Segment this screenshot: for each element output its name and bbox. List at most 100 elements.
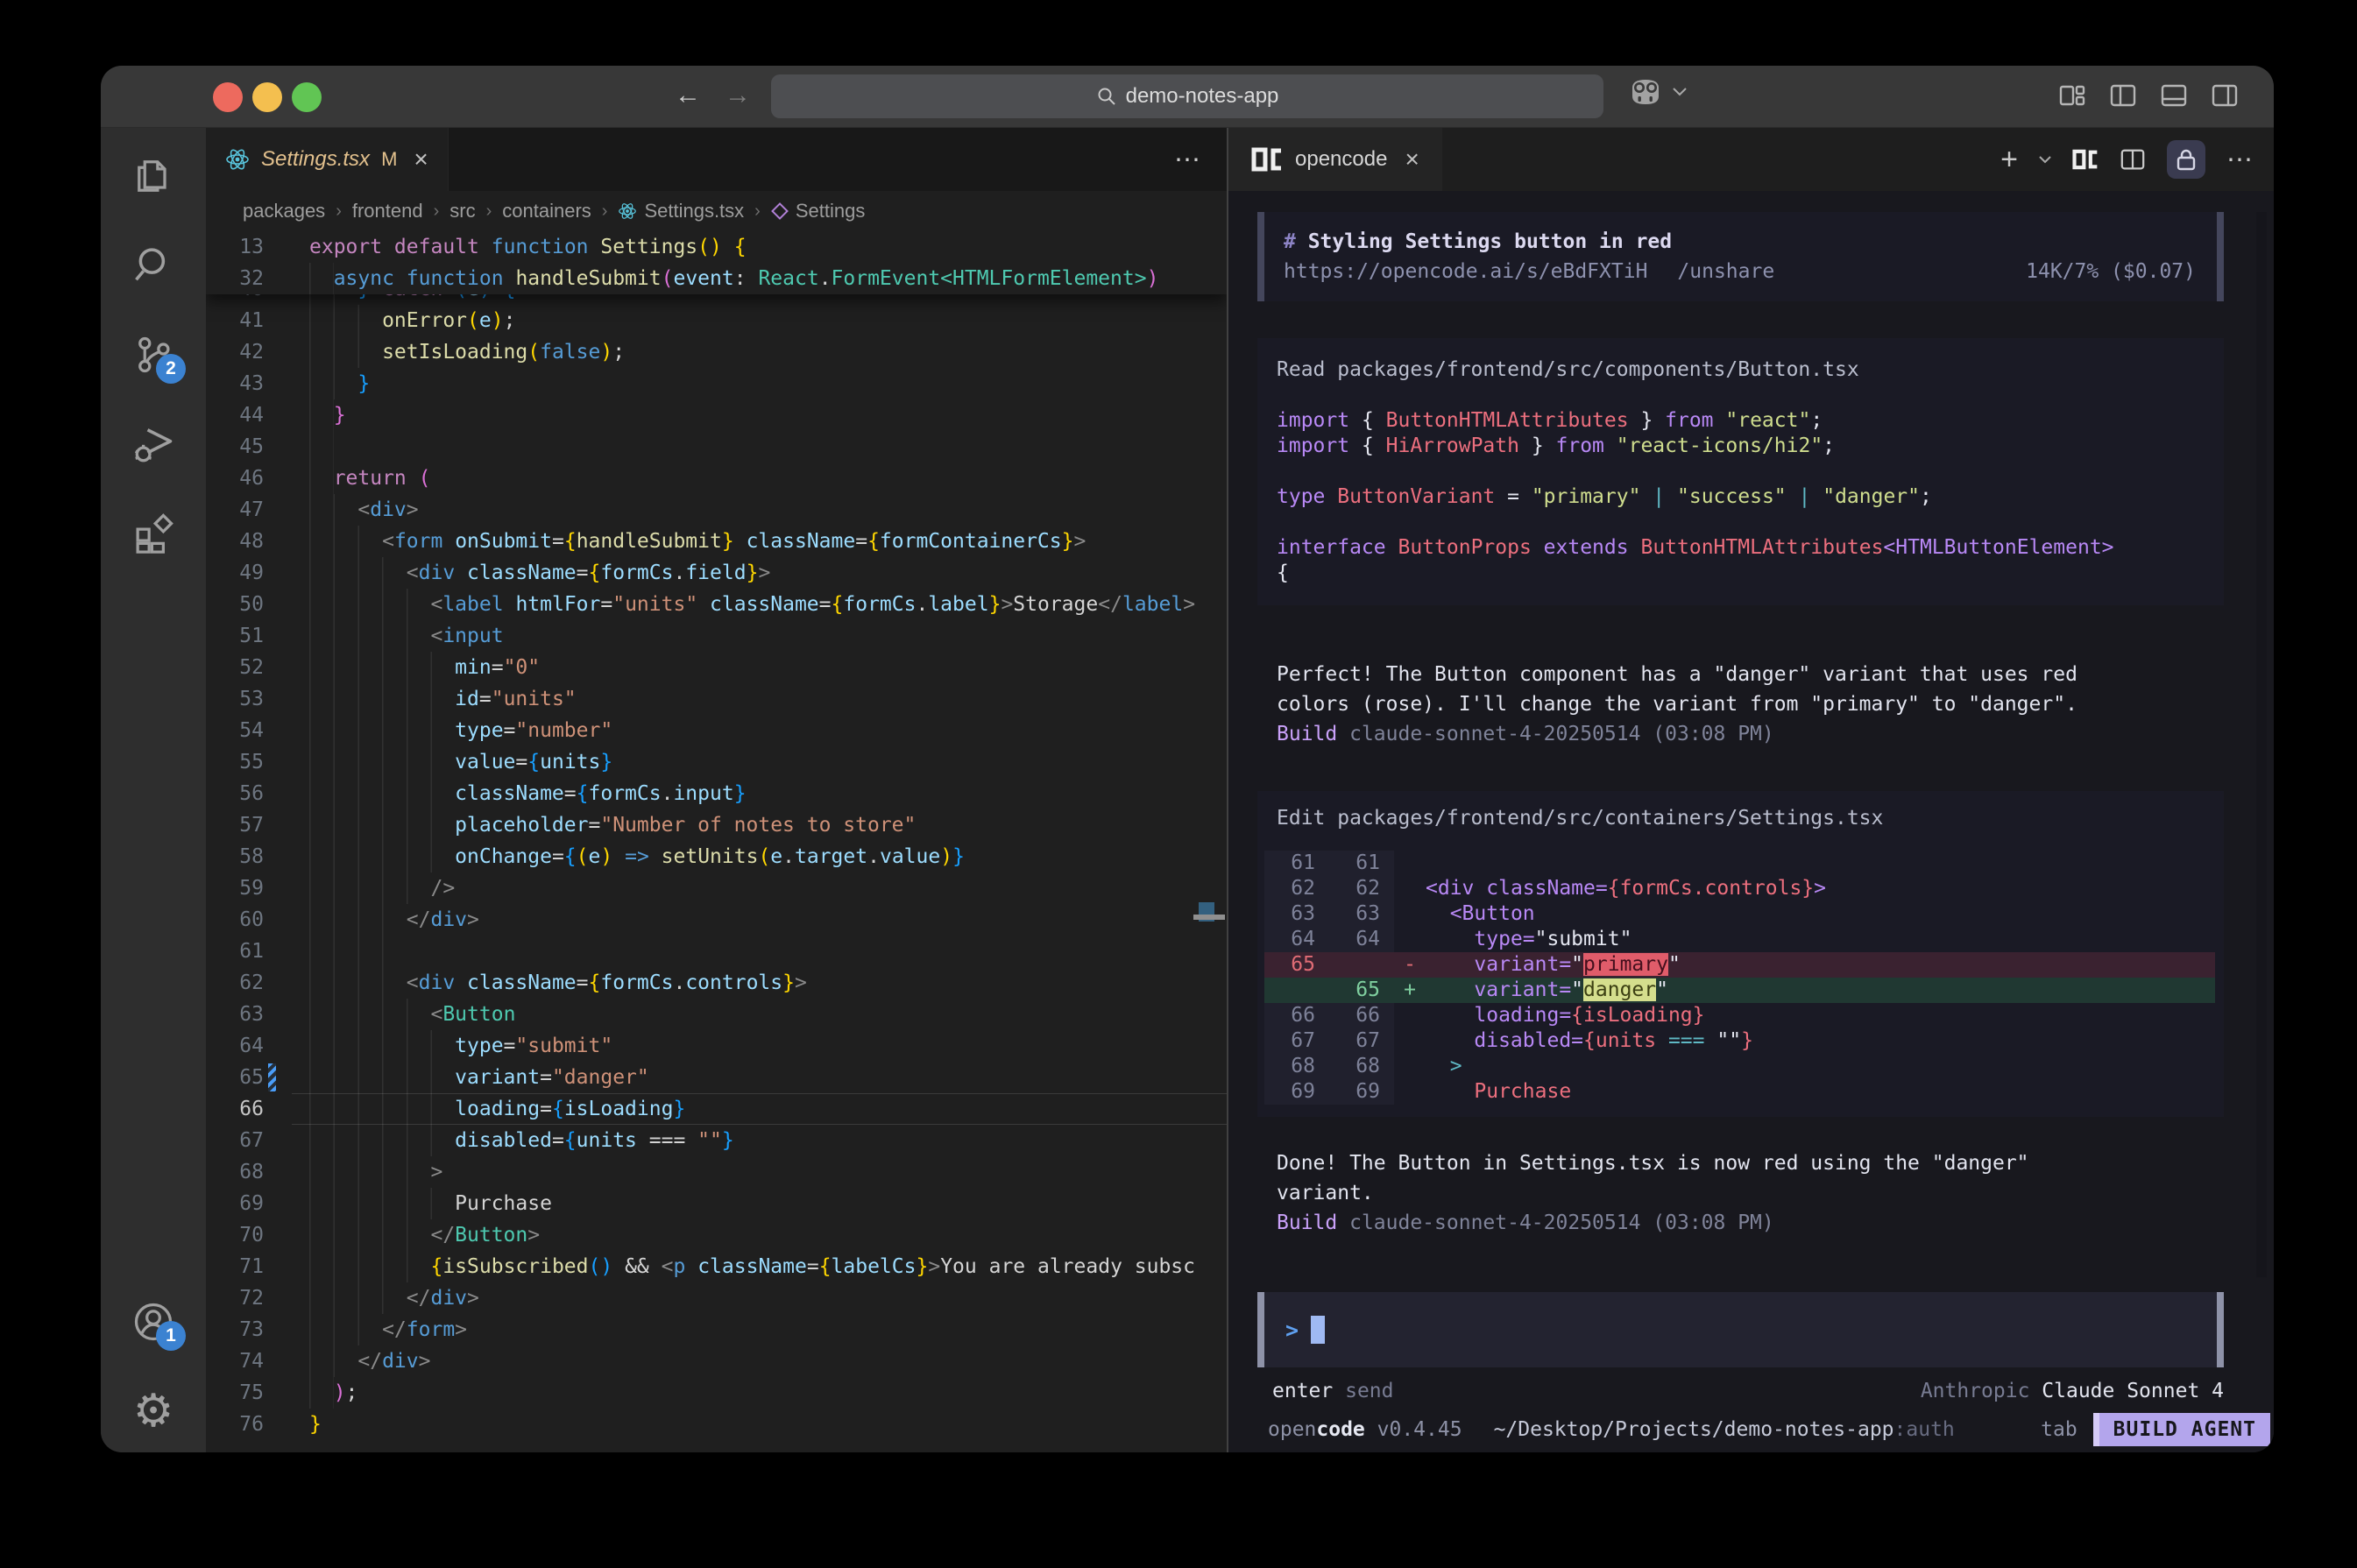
code-line-66[interactable]: 66loading={isLoading} — [206, 1093, 1227, 1125]
code-line-60[interactable]: 60</div> — [206, 904, 1227, 936]
code-line-58[interactable]: 58onChange={(e) => setUnits(e.target.val… — [206, 841, 1227, 872]
gutter — [264, 746, 278, 778]
editor-tab-bar: Settings.tsx M × ⋯ — [206, 128, 1227, 191]
code-line-71[interactable]: 71{isSubscribed() && <p className={label… — [206, 1251, 1227, 1282]
code-line-48[interactable]: 48<form onSubmit={handleSubmit} classNam… — [206, 526, 1227, 557]
opencode-panel: opencode × + — [1227, 128, 2274, 1452]
message-line: variant. — [1277, 1178, 2224, 1208]
code-line-32[interactable]: 32async function handleSubmit(event: Rea… — [206, 263, 1227, 294]
code-line-75[interactable]: 75); — [206, 1377, 1227, 1409]
code-line-68[interactable]: 68> — [206, 1156, 1227, 1188]
code-line-46[interactable]: 46return ( — [206, 463, 1227, 494]
terminal-code-line — [1277, 459, 2224, 484]
code-line-70[interactable]: 70</Button> — [206, 1219, 1227, 1251]
code-editor[interactable]: 13export default function Settings() {32… — [206, 231, 1227, 1452]
code-line-59[interactable]: 59/> — [206, 872, 1227, 904]
code-line-51[interactable]: 51<input — [206, 620, 1227, 652]
copilot-menu[interactable] — [1627, 77, 1687, 107]
terminal-scrollbar[interactable] — [2256, 212, 2267, 1277]
breadcrumb-item-frontend[interactable]: frontend — [352, 200, 423, 222]
minimize-traffic-light[interactable] — [252, 82, 282, 112]
code-line-49[interactable]: 49<div className={formCs.field}> — [206, 557, 1227, 589]
source-control-icon[interactable]: 2 — [128, 329, 179, 380]
split-terminal-icon[interactable] — [2120, 146, 2146, 173]
opencode-terminal[interactable]: # Styling Settings button in red https:/… — [1228, 191, 2274, 1452]
code-line-45[interactable]: 45 — [206, 431, 1227, 463]
gutter — [264, 1219, 278, 1251]
code-line-57[interactable]: 57placeholder="Number of notes to store" — [206, 809, 1227, 841]
settings-gear-icon[interactable]: ⚙ — [128, 1386, 179, 1437]
breadcrumb-separator: › — [434, 201, 440, 222]
customize-layout-icon[interactable] — [2058, 81, 2086, 109]
code-line-13[interactable]: 13export default function Settings() { — [206, 231, 1227, 263]
code-line-52[interactable]: 52min="0" — [206, 652, 1227, 683]
message-line: Perfect! The Button component has a "dan… — [1277, 660, 2224, 689]
breadcrumb-item-packages[interactable]: packages — [243, 200, 325, 222]
back-button[interactable]: ← — [675, 78, 701, 113]
extensions-icon[interactable] — [128, 508, 179, 559]
search-sidebar-icon[interactable] — [128, 240, 179, 291]
line-number: 32 — [206, 263, 264, 294]
code-line-50[interactable]: 50<label htmlFor="units" className={form… — [206, 589, 1227, 620]
tab-opencode[interactable]: opencode × — [1228, 128, 1442, 191]
code-line-47[interactable]: 47<div> — [206, 494, 1227, 526]
editor-actions-more-icon[interactable]: ⋯ — [1174, 128, 1202, 191]
tab-settings-tsx[interactable]: Settings.tsx M × — [206, 128, 449, 191]
run-debug-icon[interactable] — [128, 419, 179, 470]
code-line-54[interactable]: 54type="number" — [206, 715, 1227, 746]
code-line-64[interactable]: 64type="submit" — [206, 1030, 1227, 1062]
code-line-56[interactable]: 56className={formCs.input} — [206, 778, 1227, 809]
command-center-search[interactable]: demo-notes-app — [771, 74, 1603, 118]
line-number: 50 — [206, 589, 264, 620]
code-line-69[interactable]: 69Purchase — [206, 1188, 1227, 1219]
line-number: 70 — [206, 1219, 264, 1251]
breadcrumb-item-src[interactable]: src — [449, 200, 475, 222]
gutter — [264, 1156, 278, 1188]
model-indicator[interactable]: Anthropic Claude Sonnet 4 — [1921, 1380, 2224, 1402]
code-line-76[interactable]: 76} — [206, 1409, 1227, 1440]
agent-mode-badge[interactable]: BUILD AGENT — [2093, 1413, 2270, 1446]
prompt-input[interactable]: > — [1257, 1292, 2224, 1367]
breadcrumb-item-containers[interactable]: containers — [502, 200, 591, 222]
tab-close-icon[interactable]: × — [1405, 145, 1419, 173]
code-line-67[interactable]: 67disabled={units === ""} — [206, 1125, 1227, 1156]
code-line-55[interactable]: 55value={units} — [206, 746, 1227, 778]
line-number: 68 — [206, 1156, 264, 1188]
code-line-42[interactable]: 42setIsLoading(false); — [206, 336, 1227, 368]
explorer-icon[interactable] — [128, 151, 179, 201]
code-line-73[interactable]: 73</form> — [206, 1314, 1227, 1346]
editor-scrollbar-thumb[interactable] — [1193, 915, 1225, 920]
terminal-dropdown-chevron-icon[interactable] — [2039, 156, 2051, 164]
zoom-traffic-light[interactable] — [292, 82, 322, 112]
breadcrumb-item-settings-tsx[interactable]: Settings.tsx — [618, 200, 744, 222]
code-line-62[interactable]: 62<div className={formCs.controls}> — [206, 967, 1227, 999]
toggle-panel-icon[interactable] — [2160, 81, 2188, 109]
close-traffic-light[interactable] — [213, 82, 243, 112]
gutter — [264, 494, 278, 526]
code-line-63[interactable]: 63<Button — [206, 999, 1227, 1030]
line-number: 69 — [206, 1188, 264, 1219]
code-line-61[interactable]: 61 — [206, 936, 1227, 967]
code-line-74[interactable]: 74</div> — [206, 1346, 1227, 1377]
accounts-icon[interactable]: 1 — [128, 1296, 179, 1347]
toggle-primary-sidebar-icon[interactable] — [2109, 81, 2137, 109]
breadcrumb-item-settings[interactable]: Settings — [771, 200, 866, 222]
code-line-43[interactable]: 43} — [206, 368, 1227, 399]
forward-button[interactable]: → — [725, 78, 751, 113]
gutter — [264, 336, 278, 368]
code-line-44[interactable]: 44} — [206, 399, 1227, 431]
new-terminal-icon[interactable]: + — [2000, 143, 2018, 177]
code-line-53[interactable]: 53id="units" — [206, 683, 1227, 715]
gutter — [264, 715, 278, 746]
breadcrumb[interactable]: packages›frontend›src›containers›Setting… — [206, 191, 1227, 231]
toggle-secondary-sidebar-icon[interactable] — [2211, 81, 2239, 109]
opencode-logo-small-icon[interactable] — [2072, 149, 2099, 170]
code-line-41[interactable]: 41onError(e); — [206, 305, 1227, 336]
code-line-72[interactable]: 72</div> — [206, 1282, 1227, 1314]
panel-more-icon[interactable]: ⋯ — [2226, 145, 2254, 175]
session-share-url[interactable]: https://opencode.ai/s/eBdFXTiH — [1284, 257, 1647, 286]
tab-close-icon[interactable]: × — [414, 145, 428, 173]
lock-terminal-icon[interactable] — [2167, 140, 2205, 179]
unshare-command[interactable]: /unshare — [1677, 257, 1774, 286]
code-line-65[interactable]: 65variant="danger" — [206, 1062, 1227, 1093]
